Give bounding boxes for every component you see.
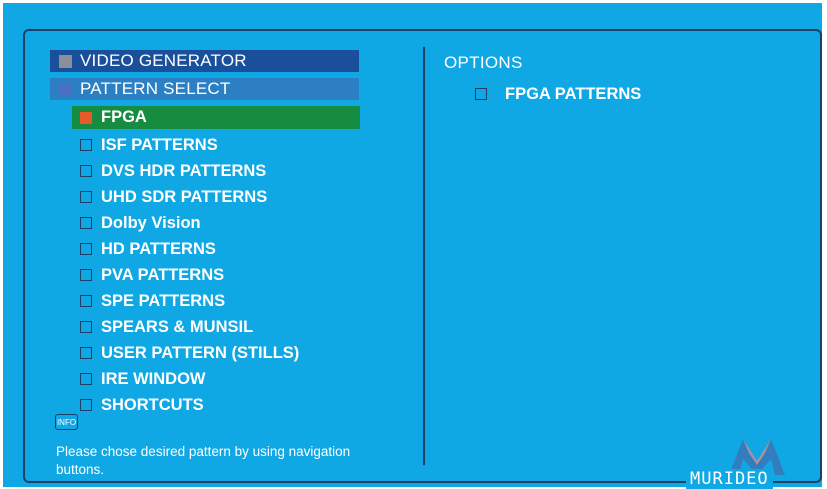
video-generator-title: VIDEO GENERATOR <box>80 51 247 70</box>
video-generator-header: VIDEO GENERATOR <box>50 50 359 72</box>
checkbox-empty-icon <box>80 139 92 151</box>
subheader-square-icon <box>59 82 72 96</box>
pattern-select-title: PATTERN SELECT <box>80 79 231 98</box>
menu-item-ire-window[interactable]: IRE WINDOW <box>72 366 360 392</box>
checkbox-empty-icon <box>80 373 92 385</box>
options-title: OPTIONS <box>444 53 523 72</box>
menu-item-label: USER PATTERN (STILLS) <box>101 343 300 362</box>
checkbox-empty-icon <box>80 321 92 333</box>
menu-item-spears-munsil[interactable]: SPEARS & MUNSIL <box>72 314 360 340</box>
info-badge: INFO <box>55 414 78 430</box>
info-message: Please chose desired pattern by using na… <box>56 444 351 477</box>
menu-item-user-pattern-stills[interactable]: USER PATTERN (STILLS) <box>72 340 360 366</box>
option-fpga-patterns[interactable]: FPGA PATTERNS <box>475 83 641 105</box>
menu-item-label: HD PATTERNS <box>101 239 216 258</box>
brand-logo-text: MURIDEO <box>686 469 773 489</box>
osd-screen: VIDEO GENERATOR PATTERN SELECT FPGA ISF P… <box>3 3 822 489</box>
menu-item-isf-patterns[interactable]: ISF PATTERNS <box>72 132 360 158</box>
menu-item-label: PVA PATTERNS <box>101 265 225 284</box>
checkbox-empty-icon <box>475 88 487 100</box>
menu-item-hd-patterns[interactable]: HD PATTERNS <box>72 236 360 262</box>
menu-item-label: SPEARS & MUNSIL <box>101 317 254 336</box>
header-square-icon <box>59 54 72 68</box>
menu-item-spe-patterns[interactable]: SPE PATTERNS <box>72 288 360 314</box>
menu-item-uhd-sdr-patterns[interactable]: UHD SDR PATTERNS <box>72 184 360 210</box>
checkbox-empty-icon <box>80 399 92 411</box>
checkbox-empty-icon <box>80 191 92 203</box>
checkbox-empty-icon <box>80 295 92 307</box>
panel-divider <box>423 47 425 465</box>
menu-item-pva-patterns[interactable]: PVA PATTERNS <box>72 262 360 288</box>
pattern-select-header: PATTERN SELECT <box>50 78 359 100</box>
menu-item-label: ISF PATTERNS <box>101 135 218 154</box>
menu-item-label: IRE WINDOW <box>101 369 206 388</box>
checkbox-empty-icon <box>80 347 92 359</box>
checkbox-empty-icon <box>80 269 92 281</box>
option-label: FPGA PATTERNS <box>505 84 642 103</box>
menu-item-dolby-vision[interactable]: Dolby Vision <box>72 210 360 236</box>
menu-item-label: Dolby Vision <box>101 213 201 232</box>
menu-item-shortcuts[interactable]: SHORTCUTS <box>72 392 360 418</box>
info-badge-label: INFO <box>56 417 77 427</box>
menu-item-dvs-hdr-patterns[interactable]: DVS HDR PATTERNS <box>72 158 360 184</box>
checkbox-empty-icon <box>80 165 92 177</box>
menu-item-fpga[interactable]: FPGA <box>72 106 360 129</box>
checkbox-empty-icon <box>80 217 92 229</box>
menu-item-label: SHORTCUTS <box>101 395 204 414</box>
orange-square-icon <box>80 111 92 124</box>
menu-item-label: UHD SDR PATTERNS <box>101 187 268 206</box>
menu-item-label: FPGA <box>101 108 147 126</box>
menu-item-label: SPE PATTERNS <box>101 291 226 310</box>
menu-item-label: DVS HDR PATTERNS <box>101 161 267 180</box>
pattern-menu: FPGA ISF PATTERNS DVS HDR PATTERNS UHD SDR … <box>72 106 360 418</box>
checkbox-empty-icon <box>80 243 92 255</box>
